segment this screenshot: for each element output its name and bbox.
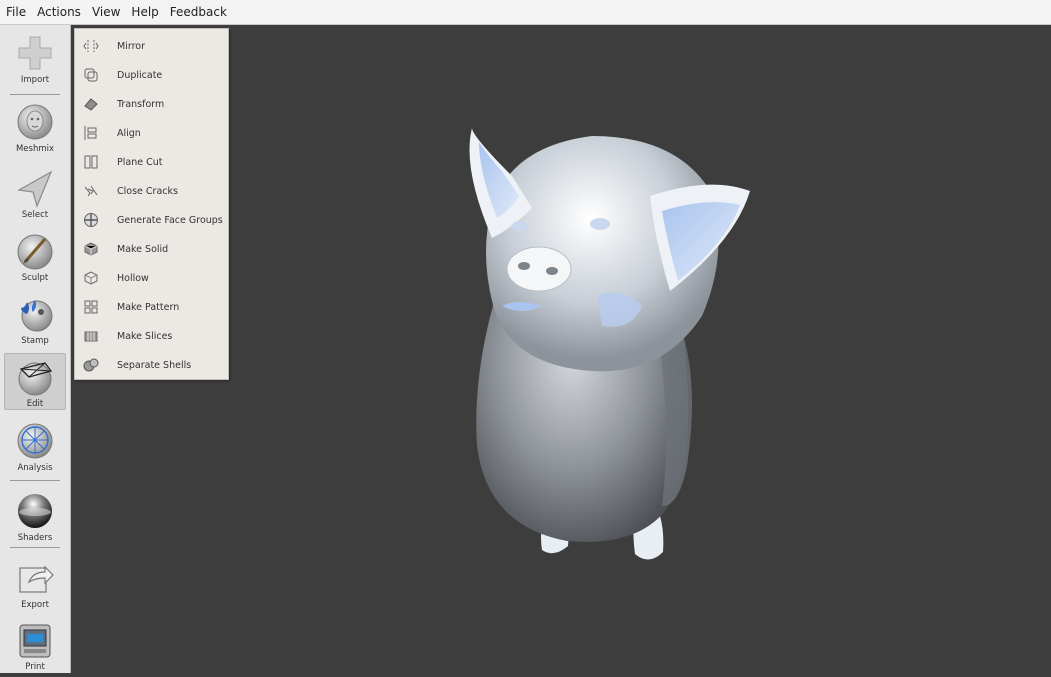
menu-actions[interactable]: Actions xyxy=(33,5,88,19)
menu-item-make-pattern[interactable]: Make Pattern xyxy=(75,293,228,321)
menu-bar: File Actions View Help Feedback xyxy=(0,0,1051,25)
sculpt-brush-icon xyxy=(17,234,53,270)
menu-item-generate-face-groups[interactable]: Generate Face Groups xyxy=(75,206,228,234)
select-label: Select xyxy=(21,210,49,220)
toolbar-divider xyxy=(10,547,60,548)
sculpt-label: Sculpt xyxy=(21,273,49,283)
make-pattern-icon xyxy=(84,300,98,314)
make-slices-label: Make Slices xyxy=(117,330,173,342)
export-icon xyxy=(19,565,54,593)
mirror-label: Mirror xyxy=(117,40,145,52)
export-label: Export xyxy=(21,600,49,610)
shader-sphere-icon xyxy=(18,494,52,528)
analysis-label: Analysis xyxy=(17,463,53,473)
edit-label: Edit xyxy=(26,399,44,409)
align-icon xyxy=(84,126,97,140)
printer-icon xyxy=(19,624,51,658)
import-label: Import xyxy=(20,75,50,85)
menu-item-plane-cut[interactable]: Plane Cut xyxy=(75,148,228,176)
menu-item-duplicate[interactable]: Duplicate xyxy=(75,61,228,89)
analysis-icon xyxy=(17,423,53,459)
menu-help[interactable]: Help xyxy=(127,5,165,19)
menu-file[interactable]: File xyxy=(2,5,33,19)
meshmix-button[interactable]: Meshmix xyxy=(4,99,66,159)
make-solid-icon xyxy=(84,242,98,256)
plus-icon xyxy=(18,36,52,70)
plane-cut-label: Plane Cut xyxy=(117,156,163,168)
menu-item-transform[interactable]: Transform xyxy=(75,90,228,118)
menu-item-make-solid[interactable]: Make Solid xyxy=(75,235,228,263)
left-toolbar: Import Meshmix Select Sculpt Stamp Edit … xyxy=(0,25,71,673)
stamp-button[interactable]: Stamp xyxy=(4,291,66,351)
make-solid-label: Make Solid xyxy=(117,243,169,255)
select-button[interactable]: Select xyxy=(4,165,66,225)
sculpt-button[interactable]: Sculpt xyxy=(4,228,66,288)
export-button[interactable]: Export xyxy=(4,555,66,615)
print-label: Print xyxy=(25,662,45,672)
menu-item-hollow[interactable]: Hollow xyxy=(75,264,228,292)
align-label: Align xyxy=(117,127,141,139)
plane-cut-icon xyxy=(84,155,98,169)
toolbar-divider xyxy=(10,94,60,95)
hollow-icon xyxy=(84,271,98,285)
face-groups-icon xyxy=(84,213,98,227)
meshmix-face-icon xyxy=(17,104,53,140)
transform-icon xyxy=(84,98,98,111)
shaders-label: Shaders xyxy=(17,533,53,543)
import-button[interactable]: Import xyxy=(4,30,66,90)
toolbar-divider xyxy=(10,480,60,481)
close-cracks-icon xyxy=(84,185,98,197)
stamp-icon xyxy=(21,300,53,332)
menu-item-mirror[interactable]: Mirror xyxy=(75,32,228,60)
make-pattern-label: Make Pattern xyxy=(117,301,180,313)
transform-label: Transform xyxy=(117,98,165,110)
make-slices-icon xyxy=(84,331,98,342)
edit-button[interactable]: Edit xyxy=(4,353,66,410)
menu-item-make-slices[interactable]: Make Slices xyxy=(75,322,228,350)
menu-item-close-cracks[interactable]: Close Cracks xyxy=(75,177,228,205)
stamp-label: Stamp xyxy=(21,336,49,346)
menu-view[interactable]: View xyxy=(88,5,127,19)
edit-icon xyxy=(18,362,53,396)
generate-face-groups-label: Generate Face Groups xyxy=(117,214,223,226)
meshmix-label: Meshmix xyxy=(15,144,55,154)
hollow-label: Hollow xyxy=(117,272,149,284)
menu-feedback[interactable]: Feedback xyxy=(166,5,234,19)
analysis-button[interactable]: Analysis xyxy=(4,418,66,478)
menu-item-align[interactable]: Align xyxy=(75,119,228,147)
edit-dropdown-menu: Mirror Duplicate Transform Align Plane C… xyxy=(74,28,229,380)
mirror-icon xyxy=(83,40,99,52)
duplicate-icon xyxy=(84,68,98,82)
close-cracks-label: Close Cracks xyxy=(117,185,178,197)
select-arrow-icon xyxy=(17,170,53,208)
print-button[interactable]: Print xyxy=(4,617,66,677)
separate-shells-icon xyxy=(83,358,99,372)
menu-item-separate-shells[interactable]: Separate Shells xyxy=(75,351,228,379)
duplicate-label: Duplicate xyxy=(117,69,163,81)
shaders-button[interactable]: Shaders xyxy=(4,488,66,548)
separate-shells-label: Separate Shells xyxy=(117,359,192,371)
